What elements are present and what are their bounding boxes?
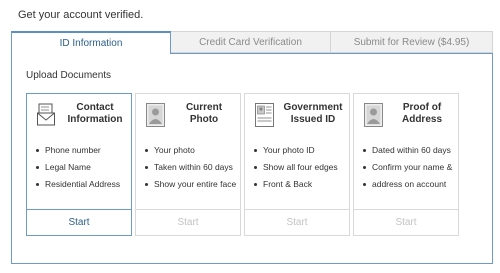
start-button[interactable]: Start — [27, 209, 131, 235]
list-item: Phone number — [35, 142, 120, 159]
card-title: Government Issued ID — [283, 102, 343, 125]
card-title: Contact Information — [67, 102, 123, 125]
card-title: Proof of Address — [401, 102, 442, 125]
start-button[interactable]: Start — [136, 209, 240, 235]
list-item: Your photo — [144, 142, 236, 159]
list-item: address on account — [362, 176, 452, 193]
panel-divider — [171, 53, 493, 54]
page-title: Get your account verified. — [18, 9, 144, 21]
card-government-issued-id: Government Issued ID Your photo ID Show … — [244, 93, 350, 236]
requirements-list: Phone number Legal Name Residential Addr… — [35, 142, 120, 193]
list-item: Legal Name — [35, 159, 120, 176]
list-item: Your photo ID — [253, 142, 338, 159]
tab-credit-card-verification[interactable]: Credit Card Verification — [171, 31, 331, 53]
list-item: Show all four edges — [253, 159, 338, 176]
tab-id-information[interactable]: ID Information — [11, 31, 171, 55]
list-item: Show your entire face — [144, 176, 236, 193]
list-item: Residential Address — [35, 176, 120, 193]
verification-tabs: ID Information Credit Card Verification … — [11, 31, 493, 55]
list-item: Taken within 60 days — [144, 159, 236, 176]
requirements-list: Dated within 60 days Confirm your name &… — [362, 142, 452, 193]
address-document-icon — [364, 103, 383, 127]
card-current-photo: Current Photo Your photo Taken within 60… — [135, 93, 241, 236]
card-contact-information: Contact Information Phone number Legal N… — [26, 93, 132, 236]
section-label: Upload Documents — [26, 70, 112, 81]
list-item: Dated within 60 days — [362, 142, 452, 159]
requirements-list: Your photo ID Show all four edges Front … — [253, 142, 338, 193]
card-proof-of-address: Proof of Address Dated within 60 days Co… — [353, 93, 459, 236]
start-button[interactable]: Start — [245, 209, 349, 235]
envelope-icon — [37, 103, 55, 126]
requirements-list: Your photo Taken within 60 days Show you… — [144, 142, 236, 193]
tab-submit-for-review[interactable]: Submit for Review ($4.95) — [331, 31, 493, 53]
id-card-icon — [255, 103, 274, 127]
portrait-photo-icon — [146, 103, 165, 127]
list-item: Front & Back — [253, 176, 338, 193]
card-title: Current Photo — [185, 102, 223, 125]
start-button[interactable]: Start — [354, 209, 458, 235]
list-item: Confirm your name & — [362, 159, 452, 176]
